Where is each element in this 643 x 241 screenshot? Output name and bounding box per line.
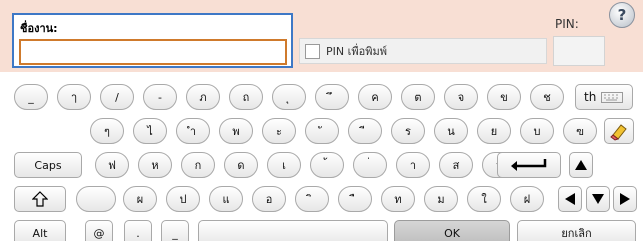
key[interactable]: ึ bbox=[315, 84, 349, 110]
key[interactable]: ห bbox=[138, 152, 172, 178]
cancel-button[interactable]: ยกเลิก bbox=[517, 220, 636, 241]
arrow-up-key[interactable] bbox=[569, 152, 593, 178]
key[interactable]: ่ bbox=[353, 152, 387, 178]
arrow-right-icon bbox=[620, 193, 630, 205]
on-screen-keyboard: _ ๅ / - ภ ถ ุ ึ ค ต จ ข ช th ๆ ไ ำ พ ะ ั… bbox=[0, 72, 643, 241]
ok-button[interactable]: OK bbox=[394, 220, 510, 241]
key[interactable]: ย bbox=[477, 118, 511, 144]
eraser-icon bbox=[610, 124, 627, 141]
alt-key[interactable]: Alt bbox=[14, 220, 66, 241]
underscore-key[interactable]: _ bbox=[161, 220, 189, 241]
key[interactable]: บ bbox=[520, 118, 554, 144]
key[interactable]: ต bbox=[401, 84, 435, 110]
key[interactable]: ช bbox=[530, 84, 564, 110]
key[interactable]: ใ bbox=[467, 186, 501, 212]
key[interactable]: ม bbox=[424, 186, 458, 212]
enter-key[interactable] bbox=[497, 152, 561, 178]
clear-key[interactable] bbox=[604, 118, 634, 144]
key[interactable]: - bbox=[143, 84, 177, 110]
pin-to-print-label: PIN เพื่อพิมพ์ bbox=[326, 45, 387, 58]
key[interactable]: ั bbox=[305, 118, 339, 144]
key[interactable]: ก bbox=[181, 152, 215, 178]
keyboard-icon bbox=[601, 91, 624, 103]
key[interactable]: ฝ bbox=[510, 186, 544, 212]
key[interactable] bbox=[76, 186, 116, 212]
key[interactable]: จ bbox=[444, 84, 478, 110]
key[interactable]: ี bbox=[348, 118, 382, 144]
key[interactable]: ไ bbox=[133, 118, 167, 144]
language-key[interactable]: th bbox=[575, 84, 633, 110]
checkbox-icon[interactable] bbox=[305, 43, 320, 59]
key[interactable]: _ bbox=[14, 84, 48, 110]
arrow-up-icon bbox=[575, 160, 587, 170]
arrow-down-key[interactable] bbox=[586, 186, 610, 212]
key[interactable]: ุ bbox=[272, 84, 306, 110]
key[interactable]: พ bbox=[219, 118, 253, 144]
job-name-input[interactable] bbox=[19, 39, 287, 65]
key[interactable]: เ bbox=[267, 152, 301, 178]
caps-lock-key[interactable]: Caps bbox=[14, 152, 82, 178]
key[interactable]: อ bbox=[252, 186, 286, 212]
enter-icon bbox=[511, 159, 547, 171]
key[interactable]: ะ bbox=[262, 118, 296, 144]
key[interactable]: ภ bbox=[186, 84, 220, 110]
key[interactable]: ร bbox=[391, 118, 425, 144]
key[interactable]: ข bbox=[487, 84, 521, 110]
key[interactable]: ้ bbox=[310, 152, 344, 178]
top-panel: ชื่องาน: PIN เพื่อพิมพ์ PIN: ? bbox=[0, 0, 643, 72]
key[interactable]: น bbox=[434, 118, 468, 144]
key[interactable]: ๅ bbox=[57, 84, 91, 110]
key[interactable]: ค bbox=[358, 84, 392, 110]
key[interactable]: ิ bbox=[295, 186, 329, 212]
key[interactable]: ผ bbox=[123, 186, 157, 212]
key[interactable]: ถ bbox=[229, 84, 263, 110]
pin-to-print-checkbox[interactable]: PIN เพื่อพิมพ์ bbox=[299, 38, 547, 64]
arrow-left-key[interactable] bbox=[558, 186, 582, 212]
at-key[interactable]: @ bbox=[85, 220, 113, 241]
job-name-group: ชื่องาน: bbox=[12, 13, 293, 68]
shift-key[interactable] bbox=[14, 186, 66, 212]
key[interactable]: ส bbox=[439, 152, 473, 178]
key[interactable]: ฟ bbox=[95, 152, 129, 178]
shift-icon bbox=[32, 191, 48, 207]
pin-input[interactable] bbox=[553, 36, 605, 66]
language-label: th bbox=[584, 90, 597, 104]
key[interactable]: ท bbox=[381, 186, 415, 212]
key[interactable]: ื bbox=[338, 186, 372, 212]
key[interactable]: า bbox=[396, 152, 430, 178]
space-bar[interactable] bbox=[198, 220, 388, 241]
key[interactable]: ฃ bbox=[563, 118, 597, 144]
dot-key[interactable]: . bbox=[124, 220, 152, 241]
key[interactable]: / bbox=[100, 84, 134, 110]
help-icon[interactable]: ? bbox=[609, 2, 635, 28]
key[interactable]: ๆ bbox=[90, 118, 124, 144]
arrow-left-icon bbox=[565, 193, 575, 205]
key[interactable]: ด bbox=[224, 152, 258, 178]
arrow-right-key[interactable] bbox=[613, 186, 637, 212]
arrow-down-icon bbox=[592, 194, 604, 204]
key[interactable]: ำ bbox=[176, 118, 210, 144]
key[interactable]: แ bbox=[209, 186, 243, 212]
pin-label: PIN: bbox=[555, 17, 579, 31]
key[interactable]: ป bbox=[166, 186, 200, 212]
job-name-label: ชื่องาน: bbox=[20, 22, 58, 35]
